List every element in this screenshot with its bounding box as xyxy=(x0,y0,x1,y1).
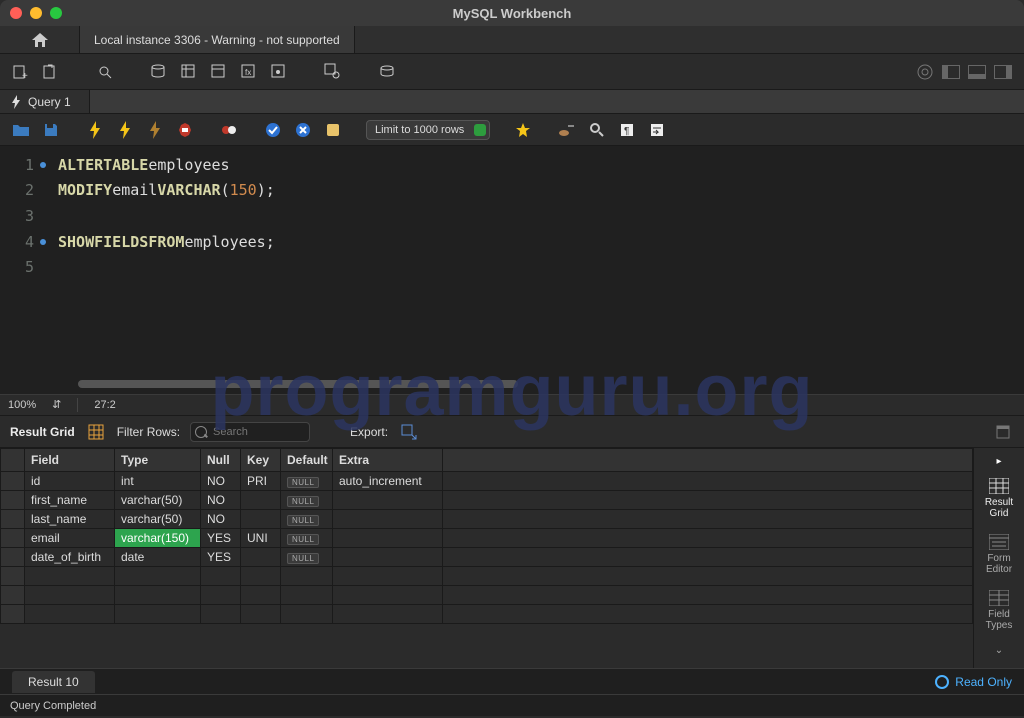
table-row-empty xyxy=(1,605,973,624)
result-table[interactable]: Field Type Null Key Default Extra idintN… xyxy=(0,448,973,624)
connection-tab[interactable]: Local instance 3306 - Warning - not supp… xyxy=(80,26,355,53)
home-icon xyxy=(31,32,49,48)
toggle-bottom-panel-button[interactable] xyxy=(966,61,988,83)
editor-code[interactable]: ALTER TABLE employees MODIFY email VARCH… xyxy=(58,146,1024,394)
side-panel-down-icon[interactable]: ⌄ xyxy=(995,645,1003,656)
connection-tab-label: Local instance 3306 - Warning - not supp… xyxy=(94,33,340,47)
result-side-panel: ▸ ResultGrid FormEditor FieldTypes ⌄ xyxy=(974,448,1024,668)
toggle-right-panel-button[interactable] xyxy=(992,61,1014,83)
save-file-button[interactable] xyxy=(40,119,62,141)
window-title: MySQL Workbench xyxy=(0,6,1024,21)
table-header-row: Field Type Null Key Default Extra xyxy=(1,449,973,472)
side-panel-field-types[interactable]: FieldTypes xyxy=(974,585,1024,635)
editor-gutter: 1 2 3 4 5 xyxy=(0,146,58,394)
status-bar: Query Completed xyxy=(0,694,1024,716)
create-view-button[interactable] xyxy=(208,61,230,83)
table-row[interactable]: date_of_birthdateYESNULL xyxy=(1,548,973,567)
maximize-result-button[interactable] xyxy=(992,421,1014,443)
stop-button[interactable] xyxy=(174,119,196,141)
query-tab-label: Query 1 xyxy=(28,95,71,109)
commit-button[interactable] xyxy=(262,119,284,141)
execute-current-button[interactable]: I xyxy=(114,119,136,141)
results-area: Field Type Null Key Default Extra idintN… xyxy=(0,448,1024,668)
lightning-icon xyxy=(10,95,22,109)
favorite-button[interactable] xyxy=(512,119,534,141)
result-toolbar: Result Grid Filter Rows: Export: xyxy=(0,416,1024,448)
side-panel-arrow-icon[interactable]: ▸ xyxy=(996,456,1001,467)
window-controls xyxy=(10,7,62,19)
home-tab[interactable] xyxy=(0,26,80,53)
row-limit-select[interactable]: Limit to 1000 rows xyxy=(366,120,490,140)
zoom-level[interactable]: 100% xyxy=(8,399,36,411)
export-button[interactable] xyxy=(398,421,420,443)
svg-text:+: + xyxy=(22,71,28,81)
svg-text:¶: ¶ xyxy=(624,126,629,137)
side-panel-result-grid[interactable]: ResultGrid xyxy=(974,473,1024,523)
result-tab[interactable]: Result 10 xyxy=(12,671,95,693)
open-sql-file-button[interactable] xyxy=(40,61,62,83)
table-row[interactable]: emailvarchar(150)YESUNINULL xyxy=(1,529,973,548)
result-grid-icon[interactable] xyxy=(85,421,107,443)
editor-toolbar: I Limit to 1000 rows ¶ xyxy=(0,114,1024,146)
rollback-button[interactable] xyxy=(292,119,314,141)
explain-button[interactable] xyxy=(144,119,166,141)
main-toolbar: + fx xyxy=(0,54,1024,90)
connection-tab-strip: Local instance 3306 - Warning - not supp… xyxy=(0,26,1024,54)
readonly-indicator: Read Only xyxy=(935,675,1012,689)
svg-text:I: I xyxy=(126,121,128,129)
maximize-window-button[interactable] xyxy=(50,7,62,19)
toggle-autocommit-button[interactable] xyxy=(218,119,240,141)
create-table-button[interactable] xyxy=(178,61,200,83)
search-table-button[interactable] xyxy=(322,61,344,83)
close-window-button[interactable] xyxy=(10,7,22,19)
new-sql-tab-button[interactable]: + xyxy=(10,61,32,83)
find-button[interactable] xyxy=(586,119,608,141)
table-row[interactable]: last_namevarchar(50)NONULL xyxy=(1,510,973,529)
result-grid-label: Result Grid xyxy=(10,425,75,439)
settings-button[interactable] xyxy=(914,61,936,83)
toggle-invisible-button[interactable]: ¶ xyxy=(616,119,638,141)
beautify-button[interactable] xyxy=(556,119,578,141)
table-row-empty xyxy=(1,567,973,586)
export-label: Export: xyxy=(350,425,388,439)
create-schema-button[interactable] xyxy=(148,61,170,83)
filter-rows-label: Filter Rows: xyxy=(117,425,180,439)
side-panel-form-editor[interactable]: FormEditor xyxy=(974,529,1024,579)
titlebar: MySQL Workbench xyxy=(0,0,1024,26)
table-row-empty xyxy=(1,586,973,605)
svg-text:fx: fx xyxy=(245,68,251,77)
create-function-button[interactable] xyxy=(268,61,290,83)
status-text: Query Completed xyxy=(10,700,96,712)
wrap-button[interactable] xyxy=(646,119,668,141)
query-tab-strip: Query 1 xyxy=(0,90,1024,114)
table-row[interactable]: idintNOPRINULLauto_increment xyxy=(1,472,973,491)
result-tab-strip: Result 10 Read Only xyxy=(0,668,1024,694)
minimize-window-button[interactable] xyxy=(30,7,42,19)
query-tab[interactable]: Query 1 xyxy=(0,90,90,113)
editor-horizontal-scrollbar[interactable] xyxy=(78,380,518,388)
create-procedure-button[interactable]: fx xyxy=(238,61,260,83)
cursor-position: 27:2 xyxy=(94,399,115,411)
toggle-safe-button[interactable] xyxy=(322,119,344,141)
editor-status-strip: 100% ⇵ 27:2 xyxy=(0,394,1024,416)
execute-button[interactable] xyxy=(84,119,106,141)
sql-editor[interactable]: 1 2 3 4 5 ALTER TABLE employees MODIFY e… xyxy=(0,146,1024,394)
open-file-button[interactable] xyxy=(10,119,32,141)
table-row[interactable]: first_namevarchar(50)NONULL xyxy=(1,491,973,510)
toggle-left-panel-button[interactable] xyxy=(940,61,962,83)
filter-rows-input[interactable] xyxy=(190,422,310,442)
inspector-button[interactable] xyxy=(94,61,116,83)
reconnect-button[interactable] xyxy=(376,61,398,83)
zoom-stepper-icon[interactable]: ⇵ xyxy=(52,398,61,411)
